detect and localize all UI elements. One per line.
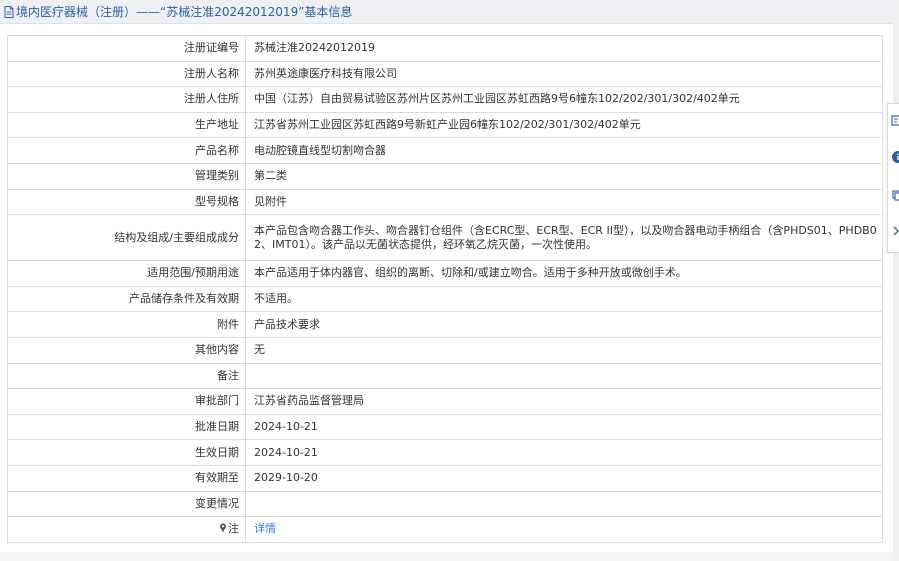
row-label: 备注: [7, 362, 246, 390]
feedback-icon[interactable]: [891, 114, 899, 128]
row-value: 中国（江苏）自由贸易试验区苏州片区苏州工业园区苏虹西路9号6幢东102/202/…: [245, 86, 883, 113]
copy-icon[interactable]: [891, 188, 899, 202]
detail-panel: 注册证编号 苏械注准20242012019 注册人名称 苏州英途康医疗科技有限公司 …: [0, 24, 893, 552]
table-row: 变更情况: [7, 490, 883, 518]
row-label: 型号规格: [7, 188, 246, 216]
row-label: 审批部门: [7, 388, 246, 415]
document-icon: [4, 5, 14, 18]
row-label: 结构及组成/主要组成成分: [7, 214, 246, 262]
row-label: 生效日期: [7, 439, 246, 466]
row-label: 管理类别: [7, 162, 246, 190]
table-row: 审批部门 江苏省药品监督管理局: [7, 388, 883, 415]
page-title: 境内医疗器械（注册）——“苏械注准20242012019”基本信息: [16, 5, 353, 19]
page-header: 境内医疗器械（注册）——“苏械注准20242012019”基本信息: [0, 0, 893, 24]
table-row: 注册人名称 苏州英途康医疗科技有限公司: [7, 60, 883, 88]
row-value: [245, 490, 883, 518]
row-value: 本产品包含吻合器工作头、吻合器钉仓组件（含ECRC型、ECR型、ECR II型）…: [245, 214, 883, 262]
row-value: 电动腔镜直线型切割吻合器: [245, 137, 883, 164]
row-label: 产品储存条件及有效期: [7, 285, 246, 313]
table-row: 注册证编号 苏械注准20242012019: [7, 35, 883, 62]
row-label: 批准日期: [7, 413, 246, 441]
row-label: 附件: [7, 311, 246, 338]
row-value: 苏州英途康医疗科技有限公司: [245, 60, 883, 88]
note-label-cell: 注: [7, 516, 246, 543]
row-value: [245, 362, 883, 390]
row-value: 不适用。: [245, 285, 883, 313]
table-row: 生效日期 2024-10-21: [7, 439, 883, 466]
row-label: 有效期至: [7, 464, 246, 492]
table-row: 产品储存条件及有效期 不适用。: [7, 285, 883, 313]
pin-icon: [219, 523, 227, 534]
table-row: 批准日期 2024-10-21: [7, 413, 883, 441]
info-table: 注册证编号 苏械注准20242012019 注册人名称 苏州英途康医疗科技有限公司 …: [7, 35, 883, 543]
table-row: 其他内容无: [7, 336, 883, 364]
row-value: 见附件: [245, 188, 883, 216]
row-value: 第二类: [245, 162, 883, 190]
table-row: 管理类别 第二类: [7, 162, 883, 190]
table-row: 适用范围/预期用途 本产品适用于体内器官、组织的离断、切除和/或建立吻合。适用于多…: [7, 260, 883, 287]
row-value: 江苏省苏州工业园区苏虹西路9号新虹产业园6幢东102/202/301/302/4…: [245, 111, 883, 139]
table-row: 附件 产品技术要求: [7, 311, 883, 338]
row-value: 产品技术要求: [245, 311, 883, 338]
table-row: 生产地址 江苏省苏州工业园区苏虹西路9号新虹产业园6幢东102/202/301/3…: [7, 111, 883, 139]
table-row: 注册人住所 中国（江苏）自由贸易试验区苏州片区苏州工业园区苏虹西路9号6幢东102…: [7, 86, 883, 113]
row-label: 注册证编号: [7, 35, 246, 62]
row-value: 无: [245, 336, 883, 364]
side-toolbar: [887, 103, 899, 253]
row-label: 其他内容: [7, 336, 246, 364]
table-row: 产品名称 电动腔镜直线型切割吻合器: [7, 137, 883, 164]
row-label: 生产地址: [7, 111, 246, 139]
table-row: 备注: [7, 362, 883, 390]
row-label: 适用范围/预期用途: [7, 260, 246, 287]
row-value: 2024-10-21: [245, 413, 883, 441]
table-row: 结构及组成/主要组成成分 本产品包含吻合器工作头、吻合器钉仓组件（含ECRC型、E…: [7, 214, 883, 262]
table-row: 有效期至 2029-10-20: [7, 464, 883, 492]
row-value: 江苏省药品监督管理局: [245, 388, 883, 415]
row-label: 产品名称: [7, 137, 246, 164]
row-label: 注册人住所: [7, 86, 246, 113]
row-value: 本产品适用于体内器官、组织的离断、切除和/或建立吻合。适用于多种开放或微创手术。: [245, 260, 883, 287]
chevron-right-icon[interactable]: [891, 224, 899, 238]
table-row-note: 注 详情: [7, 516, 883, 543]
info-circle-icon[interactable]: [891, 150, 899, 164]
row-value: 苏械注准20242012019: [245, 35, 883, 62]
page-scroll-strip: [893, 0, 899, 561]
row-label: 变更情况: [7, 490, 246, 518]
details-link[interactable]: 详情: [245, 516, 883, 543]
note-label: 注: [228, 522, 239, 536]
row-label: 注册人名称: [7, 60, 246, 88]
table-row: 型号规格 见附件: [7, 188, 883, 216]
row-value: 2029-10-20: [245, 464, 883, 492]
row-value: 2024-10-21: [245, 439, 883, 466]
